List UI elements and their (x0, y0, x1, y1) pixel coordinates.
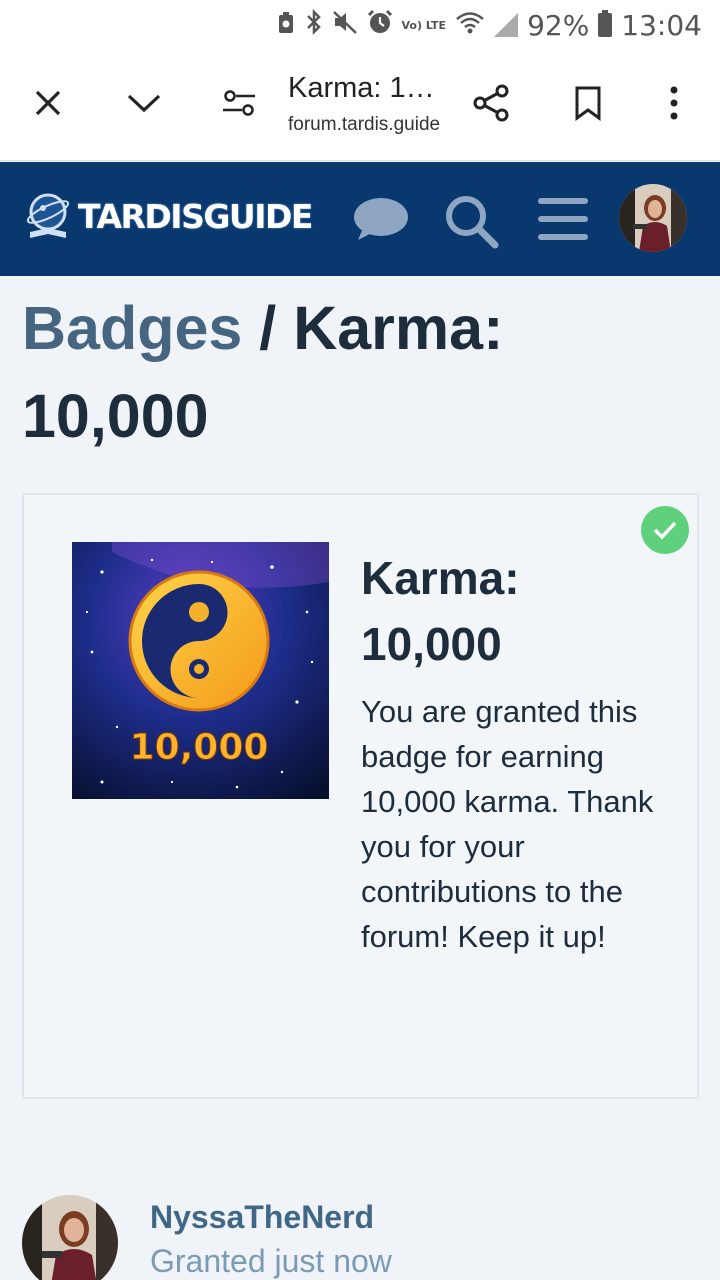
mute-icon (332, 9, 358, 42)
site-logo[interactable]: TARDISGUIDE (24, 192, 313, 240)
site-logo-text: TARDISGUIDE (78, 196, 313, 236)
avatar[interactable] (619, 184, 687, 252)
saver-icon (276, 9, 296, 42)
close-icon[interactable] (26, 78, 70, 128)
alarm-icon (367, 9, 393, 42)
clock: 13:04 (621, 8, 702, 42)
bluetooth-icon (305, 8, 323, 42)
hamburger-menu-icon[interactable] (538, 196, 588, 247)
badge-image-label: 10,000 (130, 727, 269, 768)
status-bar: Vo) LTE 92% 13:04 (0, 0, 720, 50)
granted-time: Granted just now (150, 1243, 392, 1279)
bookmark-icon[interactable] (566, 78, 610, 128)
logo-emblem-icon (26, 193, 70, 238)
granted-username[interactable]: NyssaTheNerd (150, 1199, 374, 1236)
signal-icon (494, 13, 519, 37)
share-icon[interactable] (469, 78, 513, 128)
wifi-icon (455, 9, 485, 42)
badge-image: 10,000 (72, 542, 329, 799)
page-title: Badges / Karma: 10,000 (22, 284, 702, 460)
chat-icon[interactable] (350, 196, 410, 251)
battery-percent: 92% (527, 8, 590, 42)
badge-card: 10,000 Karma: 10,000 You are granted thi… (22, 493, 699, 1099)
tab-title[interactable]: Karma: 1… (288, 72, 443, 105)
browser-toolbar: Karma: 1… forum.tardis.guide (0, 50, 720, 161)
more-icon[interactable] (652, 78, 696, 128)
badge-name: Karma: 10,000 (361, 552, 520, 670)
url-text[interactable]: forum.tardis.guide (288, 114, 440, 136)
site-header: TARDISGUIDE (0, 162, 720, 276)
search-icon[interactable] (443, 193, 501, 254)
breadcrumb-link-badges[interactable]: Badges (22, 294, 242, 362)
volte-icon: Vo) LTE (401, 18, 447, 32)
chevron-down-icon[interactable] (122, 78, 166, 128)
granted-user-row: NyssaTheNerd Granted just now (22, 1195, 702, 1280)
badge-description: You are granted this badge for earning 1… (361, 694, 654, 954)
granted-user-avatar[interactable] (22, 1195, 118, 1280)
site-settings-icon[interactable] (217, 78, 261, 128)
breadcrumb-separator: / (242, 294, 294, 362)
battery-icon (598, 10, 613, 37)
